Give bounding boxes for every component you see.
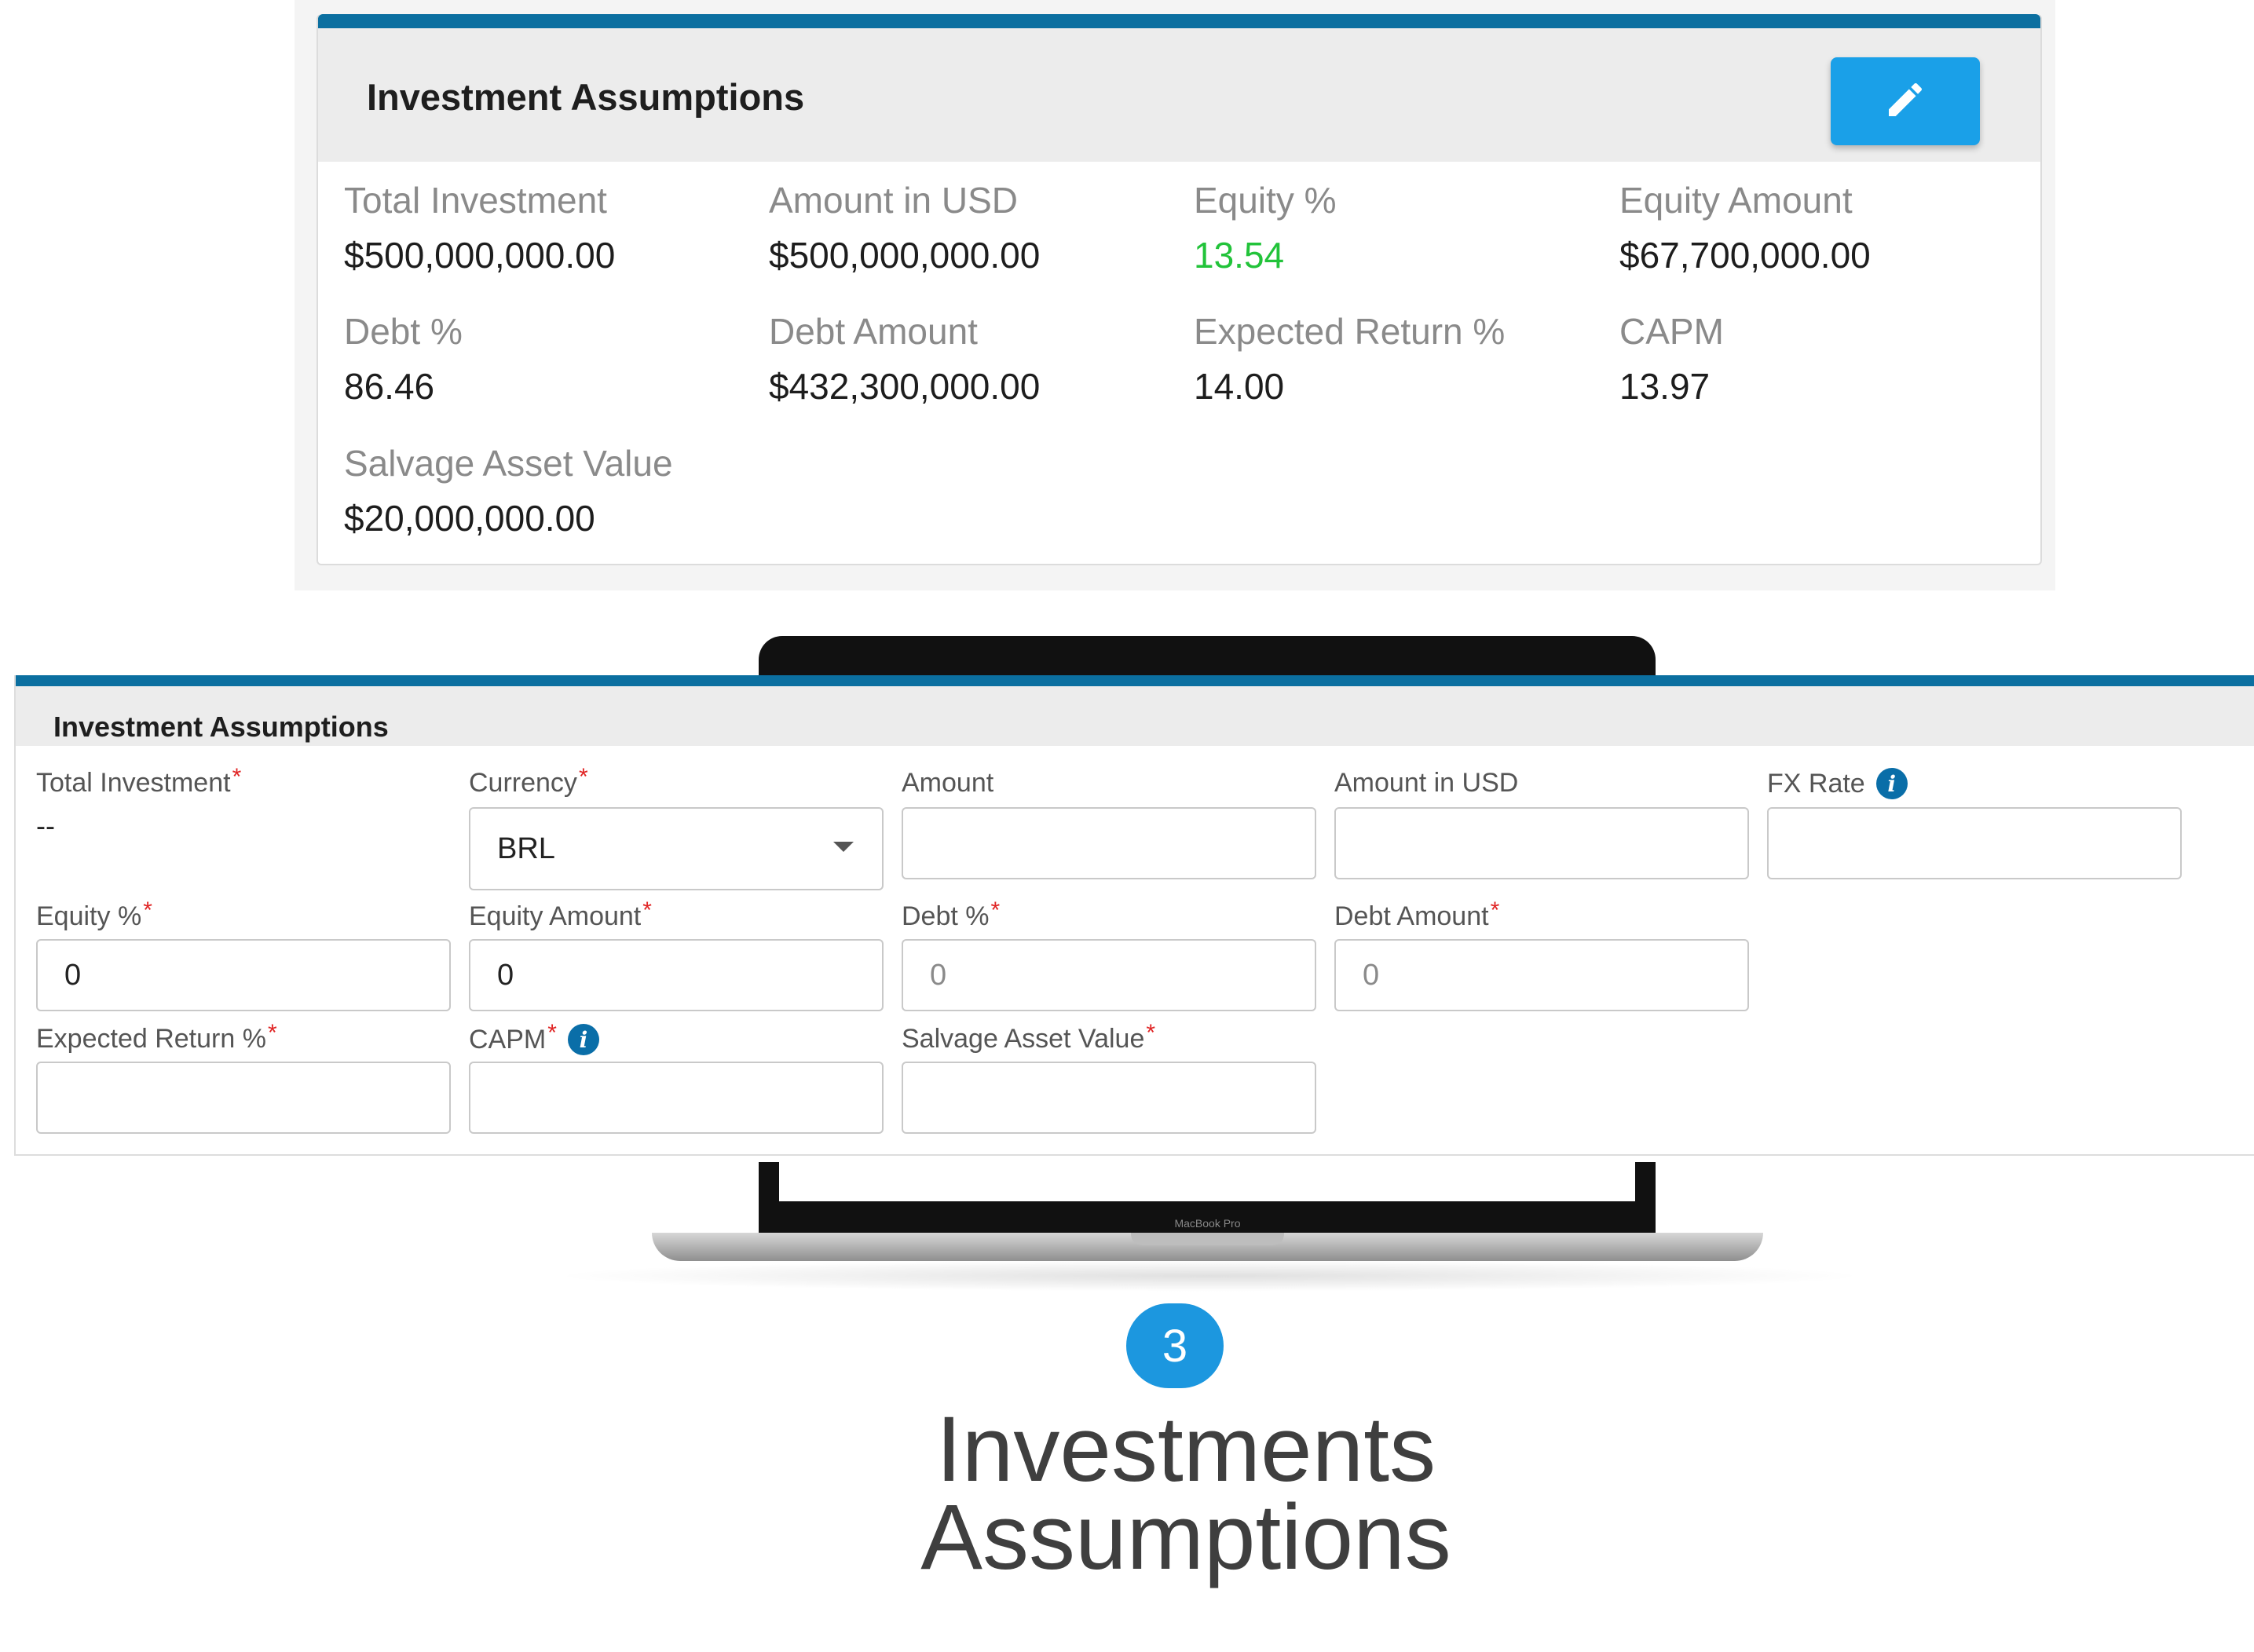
info-icon[interactable]: i <box>1875 768 1908 799</box>
field-amount-usd: Amount in USD $500,000,000.00 <box>769 179 1040 276</box>
amount-input[interactable] <box>902 807 1316 879</box>
total-investment-field: Total Investment * -- <box>36 763 242 842</box>
debt-pct-input[interactable]: 0 <box>902 939 1316 1011</box>
field-label: Salvage Asset Value * <box>902 1019 1156 1054</box>
field-label: Amount <box>902 768 994 798</box>
equity-pct-field: Equity % * <box>36 897 152 932</box>
field-salvage-asset-value: Salvage Asset Value $20,000,000.00 <box>344 442 673 539</box>
required-marker: * <box>143 897 152 923</box>
equity-pct-input[interactable]: 0 <box>36 939 451 1011</box>
caption-line-1: Investments <box>935 1398 1436 1501</box>
field-debt-pct: Debt % 86.46 <box>344 310 463 408</box>
field-label: Currency * <box>469 763 588 799</box>
amount-field: Amount <box>902 768 993 799</box>
field-debt-amount: Debt Amount $432,300,000.00 <box>769 310 1040 408</box>
accent-bar <box>16 675 2254 686</box>
required-marker: * <box>267 1019 277 1046</box>
field-capm: CAPM 13.97 <box>1619 310 1724 408</box>
field-label: Total Investment * <box>36 763 242 799</box>
expected-return-field: Expected Return % * <box>36 1019 277 1054</box>
required-marker: * <box>547 1020 557 1046</box>
field-equity-pct: Equity % 13.54 <box>1194 179 1337 276</box>
investment-assumptions-view-card: Investment Assumptions Total Investment … <box>317 14 2042 565</box>
laptop-label: MacBook Pro <box>1174 1217 1241 1230</box>
amount-usd-input[interactable] <box>1334 807 1749 879</box>
required-marker: * <box>1146 1019 1156 1046</box>
debt-pct-field: Debt % * <box>902 897 1001 932</box>
field-label: Debt Amount * <box>1334 897 1500 932</box>
field-value: $500,000,000.00 <box>344 235 616 276</box>
fx-rate-field: FX Rate i <box>1767 768 1908 799</box>
required-marker: * <box>578 763 588 790</box>
investment-assumptions-form-card: Investment Assumptions Total Investment *… <box>14 675 2254 1156</box>
field-label: Expected Return % * <box>36 1019 277 1054</box>
required-marker: * <box>642 897 652 923</box>
field-label: Equity % * <box>36 897 152 932</box>
field-value: $67,700,000.00 <box>1619 235 1871 276</box>
equity-amount-field: Equity Amount * <box>469 897 652 932</box>
debt-amount-field: Debt Amount * <box>1334 897 1500 932</box>
field-value: $500,000,000.00 <box>769 235 1041 276</box>
card-header: Investment Assumptions <box>318 28 2040 162</box>
currency-field: Currency * <box>469 763 588 799</box>
chevron-down-icon <box>833 842 854 852</box>
field-label: Debt Amount <box>769 311 978 352</box>
card-header: Investment Assumptions <box>16 686 2254 746</box>
section-caption: Investments Assumptions <box>813 1398 1559 1589</box>
card-title: Investment Assumptions <box>53 711 389 743</box>
caption-line-2: Assumptions <box>920 1486 1451 1589</box>
expected-return-input[interactable] <box>36 1062 451 1134</box>
required-marker: * <box>1490 897 1500 923</box>
debt-amount-input[interactable]: 0 <box>1334 939 1749 1011</box>
field-value: $20,000,000.00 <box>344 498 595 539</box>
field-label: Total Investment <box>344 180 607 221</box>
total-investment-value: -- <box>36 810 55 842</box>
field-label: Salvage Asset Value <box>344 443 673 484</box>
laptop-notch <box>1131 1233 1284 1245</box>
currency-select[interactable]: BRL <box>469 807 884 890</box>
field-label: CAPM * i <box>469 1020 599 1055</box>
step-badge: 3 <box>1126 1303 1224 1388</box>
field-label: Debt % <box>344 311 463 352</box>
info-icon[interactable]: i <box>567 1024 599 1055</box>
currency-selected-value: BRL <box>497 831 555 865</box>
field-label: CAPM <box>1619 311 1724 352</box>
field-value: 86.46 <box>344 366 435 407</box>
field-label: Equity Amount <box>1619 180 1853 221</box>
field-label: FX Rate i <box>1767 768 1908 799</box>
salvage-input[interactable] <box>902 1062 1316 1134</box>
capm-input[interactable] <box>469 1062 884 1134</box>
field-label: Equity Amount * <box>469 897 652 932</box>
field-label: Debt % * <box>902 897 1001 932</box>
edit-button[interactable] <box>1831 57 1980 145</box>
amount-usd-field: Amount in USD <box>1334 768 1518 799</box>
field-expected-return: Expected Return % 14.00 <box>1194 310 1505 408</box>
field-label: Expected Return % <box>1194 311 1506 352</box>
pencil-icon <box>1883 78 1927 126</box>
accent-bar <box>318 14 2040 28</box>
laptop-screen <box>779 1162 1635 1201</box>
field-value: 14.00 <box>1194 366 1285 407</box>
fx-rate-input[interactable] <box>1767 807 2182 879</box>
field-total-investment: Total Investment $500,000,000.00 <box>344 179 615 276</box>
salvage-field: Salvage Asset Value * <box>902 1019 1156 1054</box>
field-value: $432,300,000.00 <box>769 366 1041 407</box>
field-value: 13.54 <box>1194 235 1285 276</box>
field-label: Equity % <box>1194 180 1337 221</box>
laptop-shadow <box>550 1260 1869 1292</box>
equity-amount-input[interactable]: 0 <box>469 939 884 1011</box>
field-value: 13.97 <box>1619 366 1711 407</box>
required-marker: * <box>232 763 242 790</box>
required-marker: * <box>990 897 1001 923</box>
field-equity-amount: Equity Amount $67,700,000.00 <box>1619 179 1871 276</box>
card-title: Investment Assumptions <box>367 76 805 118</box>
field-label: Amount in USD <box>1334 768 1519 798</box>
field-label: Amount in USD <box>769 180 1019 221</box>
capm-field: CAPM * i <box>469 1020 599 1055</box>
